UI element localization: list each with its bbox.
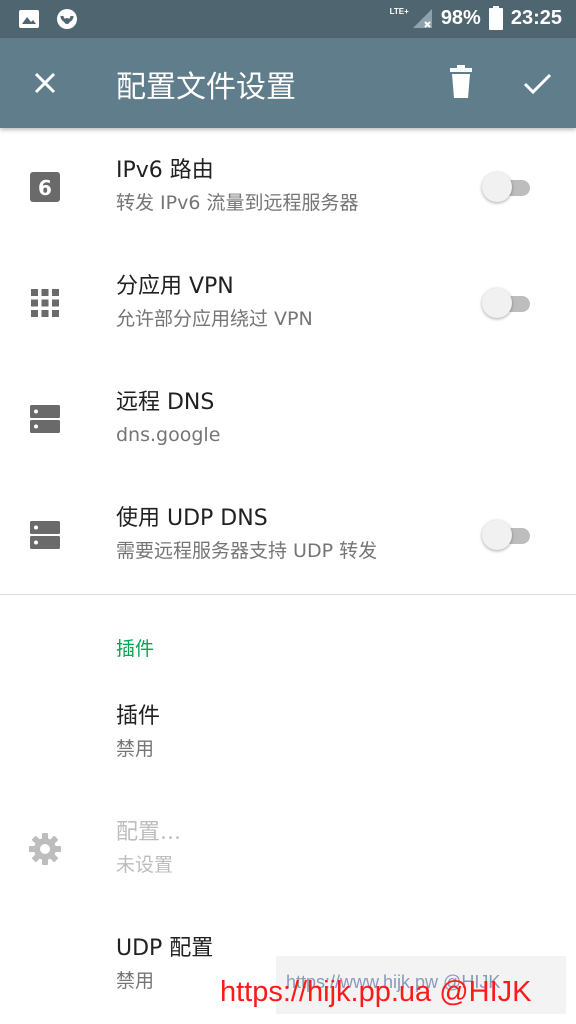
setting-title: 分应用 VPN: [116, 274, 234, 299]
save-button[interactable]: [514, 60, 560, 106]
battery-icon: [488, 6, 503, 30]
signal-icon: [412, 9, 432, 28]
setting-subtitle: 需要远程服务器支持 UDP 转发: [116, 540, 378, 562]
app-bar: 配置文件设置: [0, 38, 576, 128]
udp-dns-switch[interactable]: [482, 520, 534, 550]
network-type: LTE+: [389, 6, 409, 16]
section-header-plugin: 插件: [116, 638, 155, 660]
per-app-vpn-switch[interactable]: [482, 288, 534, 318]
setting-title: IPv6 路由: [116, 158, 214, 183]
setting-subtitle: 禁用: [116, 970, 155, 992]
gear-icon: [29, 833, 61, 865]
switch-thumb: [482, 172, 512, 202]
setting-plugin-configure: 配置... 未设置: [0, 790, 576, 906]
section-divider: [0, 594, 576, 595]
setting-per-app-vpn[interactable]: 分应用 VPN 允许部分应用绕过 VPN: [0, 244, 576, 360]
svg-text:6: 6: [38, 176, 52, 200]
setting-subtitle: 禁用: [116, 738, 155, 760]
setting-subtitle: 未设置: [116, 854, 174, 876]
switch-thumb: [482, 520, 512, 550]
delete-button[interactable]: [440, 60, 482, 106]
page-title: 配置文件设置: [116, 70, 296, 105]
setting-plugin[interactable]: 插件 禁用: [0, 674, 576, 790]
clock: 23:25: [510, 6, 562, 29]
setting-title: 配置...: [116, 820, 181, 845]
ipv6-route-switch[interactable]: [482, 172, 534, 202]
app-notification-icon: [57, 9, 77, 29]
check-icon: [523, 73, 552, 95]
dns-server-icon: [30, 521, 60, 549]
setting-title: 远程 DNS: [116, 390, 215, 415]
setting-subtitle: 转发 IPv6 流量到远程服务器: [116, 192, 359, 214]
setting-title: UDP 配置: [116, 936, 214, 961]
setting-title: 插件: [116, 704, 161, 729]
apps-grid-icon: [31, 289, 59, 317]
setting-remote-dns[interactable]: 远程 DNS dns.google: [0, 360, 576, 476]
delete-icon: [450, 65, 472, 98]
setting-ipv6-route[interactable]: 6 IPv6 路由 转发 IPv6 流量到远程服务器: [0, 128, 576, 244]
close-button[interactable]: [22, 60, 68, 106]
close-icon: [34, 72, 56, 94]
status-bar: LTE+ 98% 23:25: [0, 0, 576, 38]
setting-subtitle: 允许部分应用绕过 VPN: [116, 308, 313, 330]
battery-percent: 98%: [440, 6, 481, 29]
watermark-red-text: https://hijk.pp.ua @HIJK: [220, 976, 532, 1008]
setting-subtitle: dns.google: [116, 424, 221, 446]
setting-udp-dns[interactable]: 使用 UDP DNS 需要远程服务器支持 UDP 转发: [0, 476, 576, 592]
image-icon: [19, 10, 39, 28]
dns-server-icon: [30, 405, 60, 433]
ipv6-icon: 6: [30, 172, 60, 202]
setting-title: 使用 UDP DNS: [116, 506, 268, 531]
switch-thumb: [482, 288, 512, 318]
